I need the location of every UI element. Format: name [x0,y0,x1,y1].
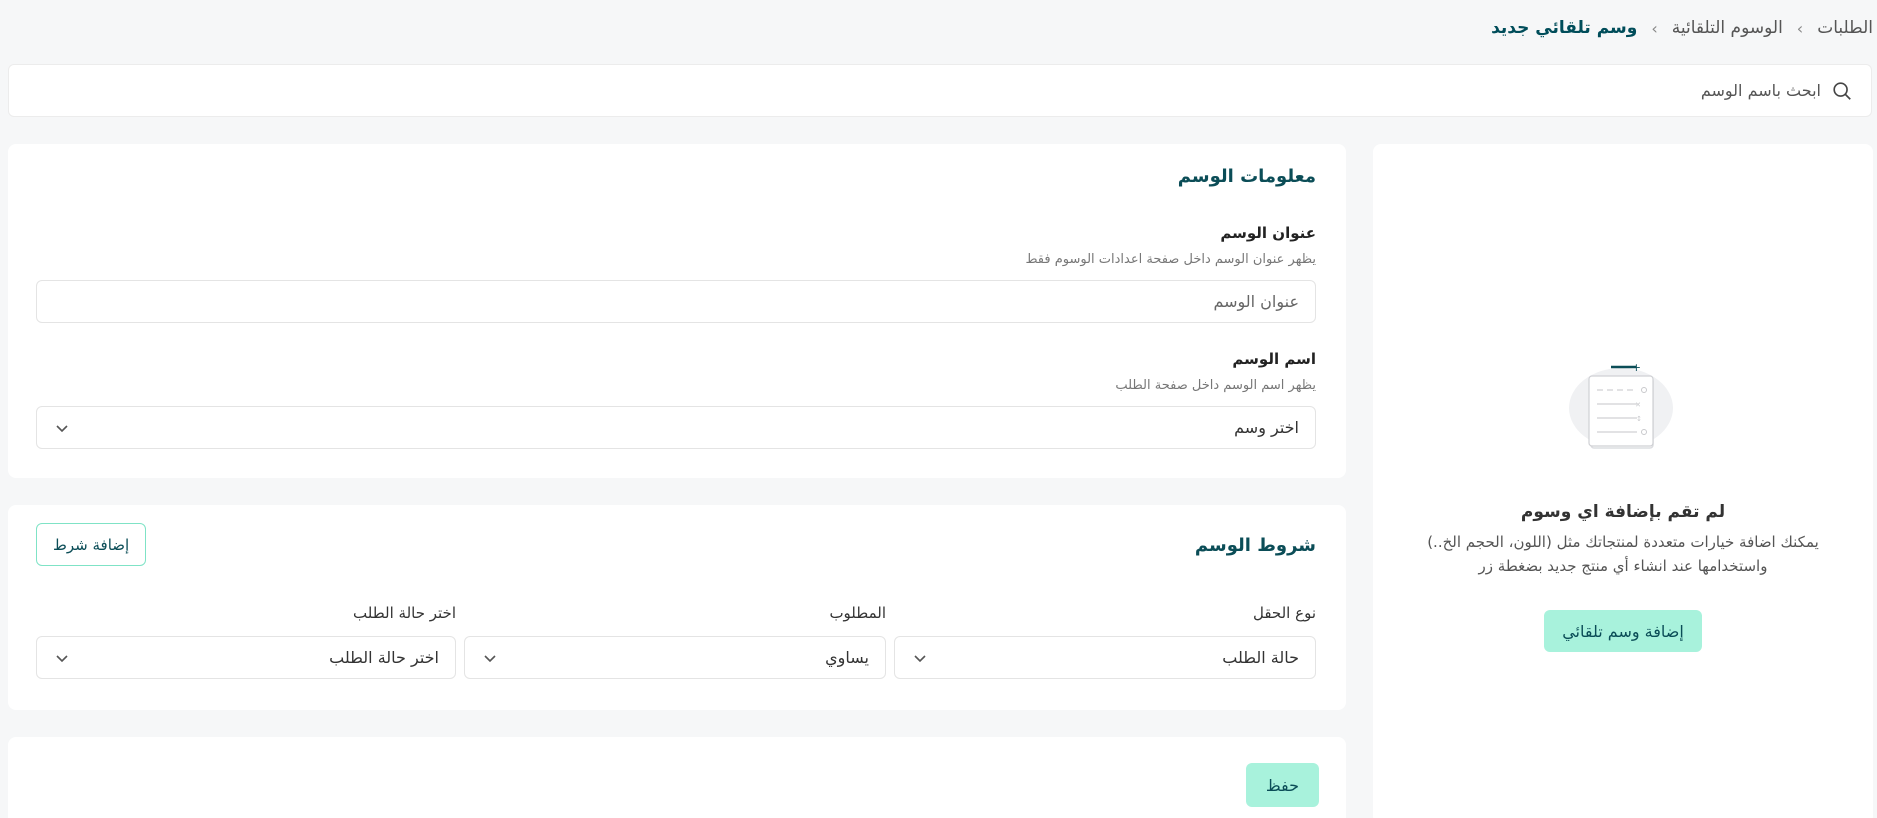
tag-conditions-card: شروط الوسم إضافة شرط نوع الحقل المطلوب ا… [8,505,1346,710]
actions-card: حفظ [8,737,1346,818]
tag-name-hint: يظهر اسم الوسم داخل صفحة الطلب [1115,378,1316,393]
field-type-value: حالة الطلب [1222,648,1299,667]
svg-text:↕: ↕ [1636,415,1642,423]
operator-label: المطلوب [829,604,886,622]
tag-title-hint: يظهر عنوان الوسم داخل صفحة اعدادات الوسو… [1025,252,1316,267]
tag-title-label: عنوان الوسم [1220,224,1316,242]
chevron-down-icon [55,421,69,435]
empty-state-title: لم تقم بإضافة اي وسوم [1520,502,1726,522]
order-status-label: اختر حالة الطلب [353,604,456,622]
chevron-left-icon: › [1796,18,1804,38]
chevron-left-icon: › [1651,18,1658,38]
chevron-down-icon [913,651,927,665]
tag-info-card: معلومات الوسم عنوان الوسم يظهر عنوان الو… [8,144,1346,478]
tag-name-select-value: اختر وسم [1234,418,1299,437]
tag-name-select[interactable]: اختر وسم [36,406,1316,449]
operator-select[interactable]: يساوي [464,636,886,679]
empty-state-description: يمكنك اضافة خيارات متعددة لمنتجاتك مثل (… [1427,533,1819,575]
tag-title-field [36,280,1316,323]
search-icon [1831,80,1853,102]
conditions-title: شروط الوسم [1194,535,1316,556]
tag-title-input[interactable] [53,292,1299,311]
breadcrumb: الطلبات › الوسوم التلقائية › وسم تلقائي … [1491,18,1873,38]
chevron-down-icon [55,651,69,665]
tag-name-label: اسم الوسم [1232,350,1316,368]
order-status-value: اختر حالة الطلب [329,648,439,667]
empty-state-panel: + ✕ ↕ لم تقم بإضافة اي وسوم يمكنك اضافة … [1373,144,1873,818]
empty-list-illustration: + ✕ ↕ [1563,356,1683,456]
add-condition-button[interactable]: إضافة شرط [36,523,147,566]
save-button[interactable]: حفظ [1245,763,1319,807]
order-status-select[interactable]: اختر حالة الطلب [36,636,456,679]
svg-text:+: + [1632,361,1641,374]
operator-value: يساوي [825,648,869,667]
breadcrumb-orders[interactable]: الطلبات [1817,18,1873,38]
add-auto-tag-button[interactable]: إضافة وسم تلقائي [1544,610,1702,652]
search-bar [8,64,1872,117]
chevron-down-icon [483,651,497,665]
field-type-label: نوع الحقل [1252,604,1316,622]
search-input[interactable] [9,65,1821,116]
tag-info-title: معلومات الوسم [1177,166,1316,187]
svg-text:✕: ✕ [1635,401,1641,409]
breadcrumb-current: وسم تلقائي جديد [1491,18,1638,38]
field-type-select[interactable]: حالة الطلب [894,636,1316,679]
breadcrumb-auto-tags[interactable]: الوسوم التلقائية [1672,18,1783,38]
